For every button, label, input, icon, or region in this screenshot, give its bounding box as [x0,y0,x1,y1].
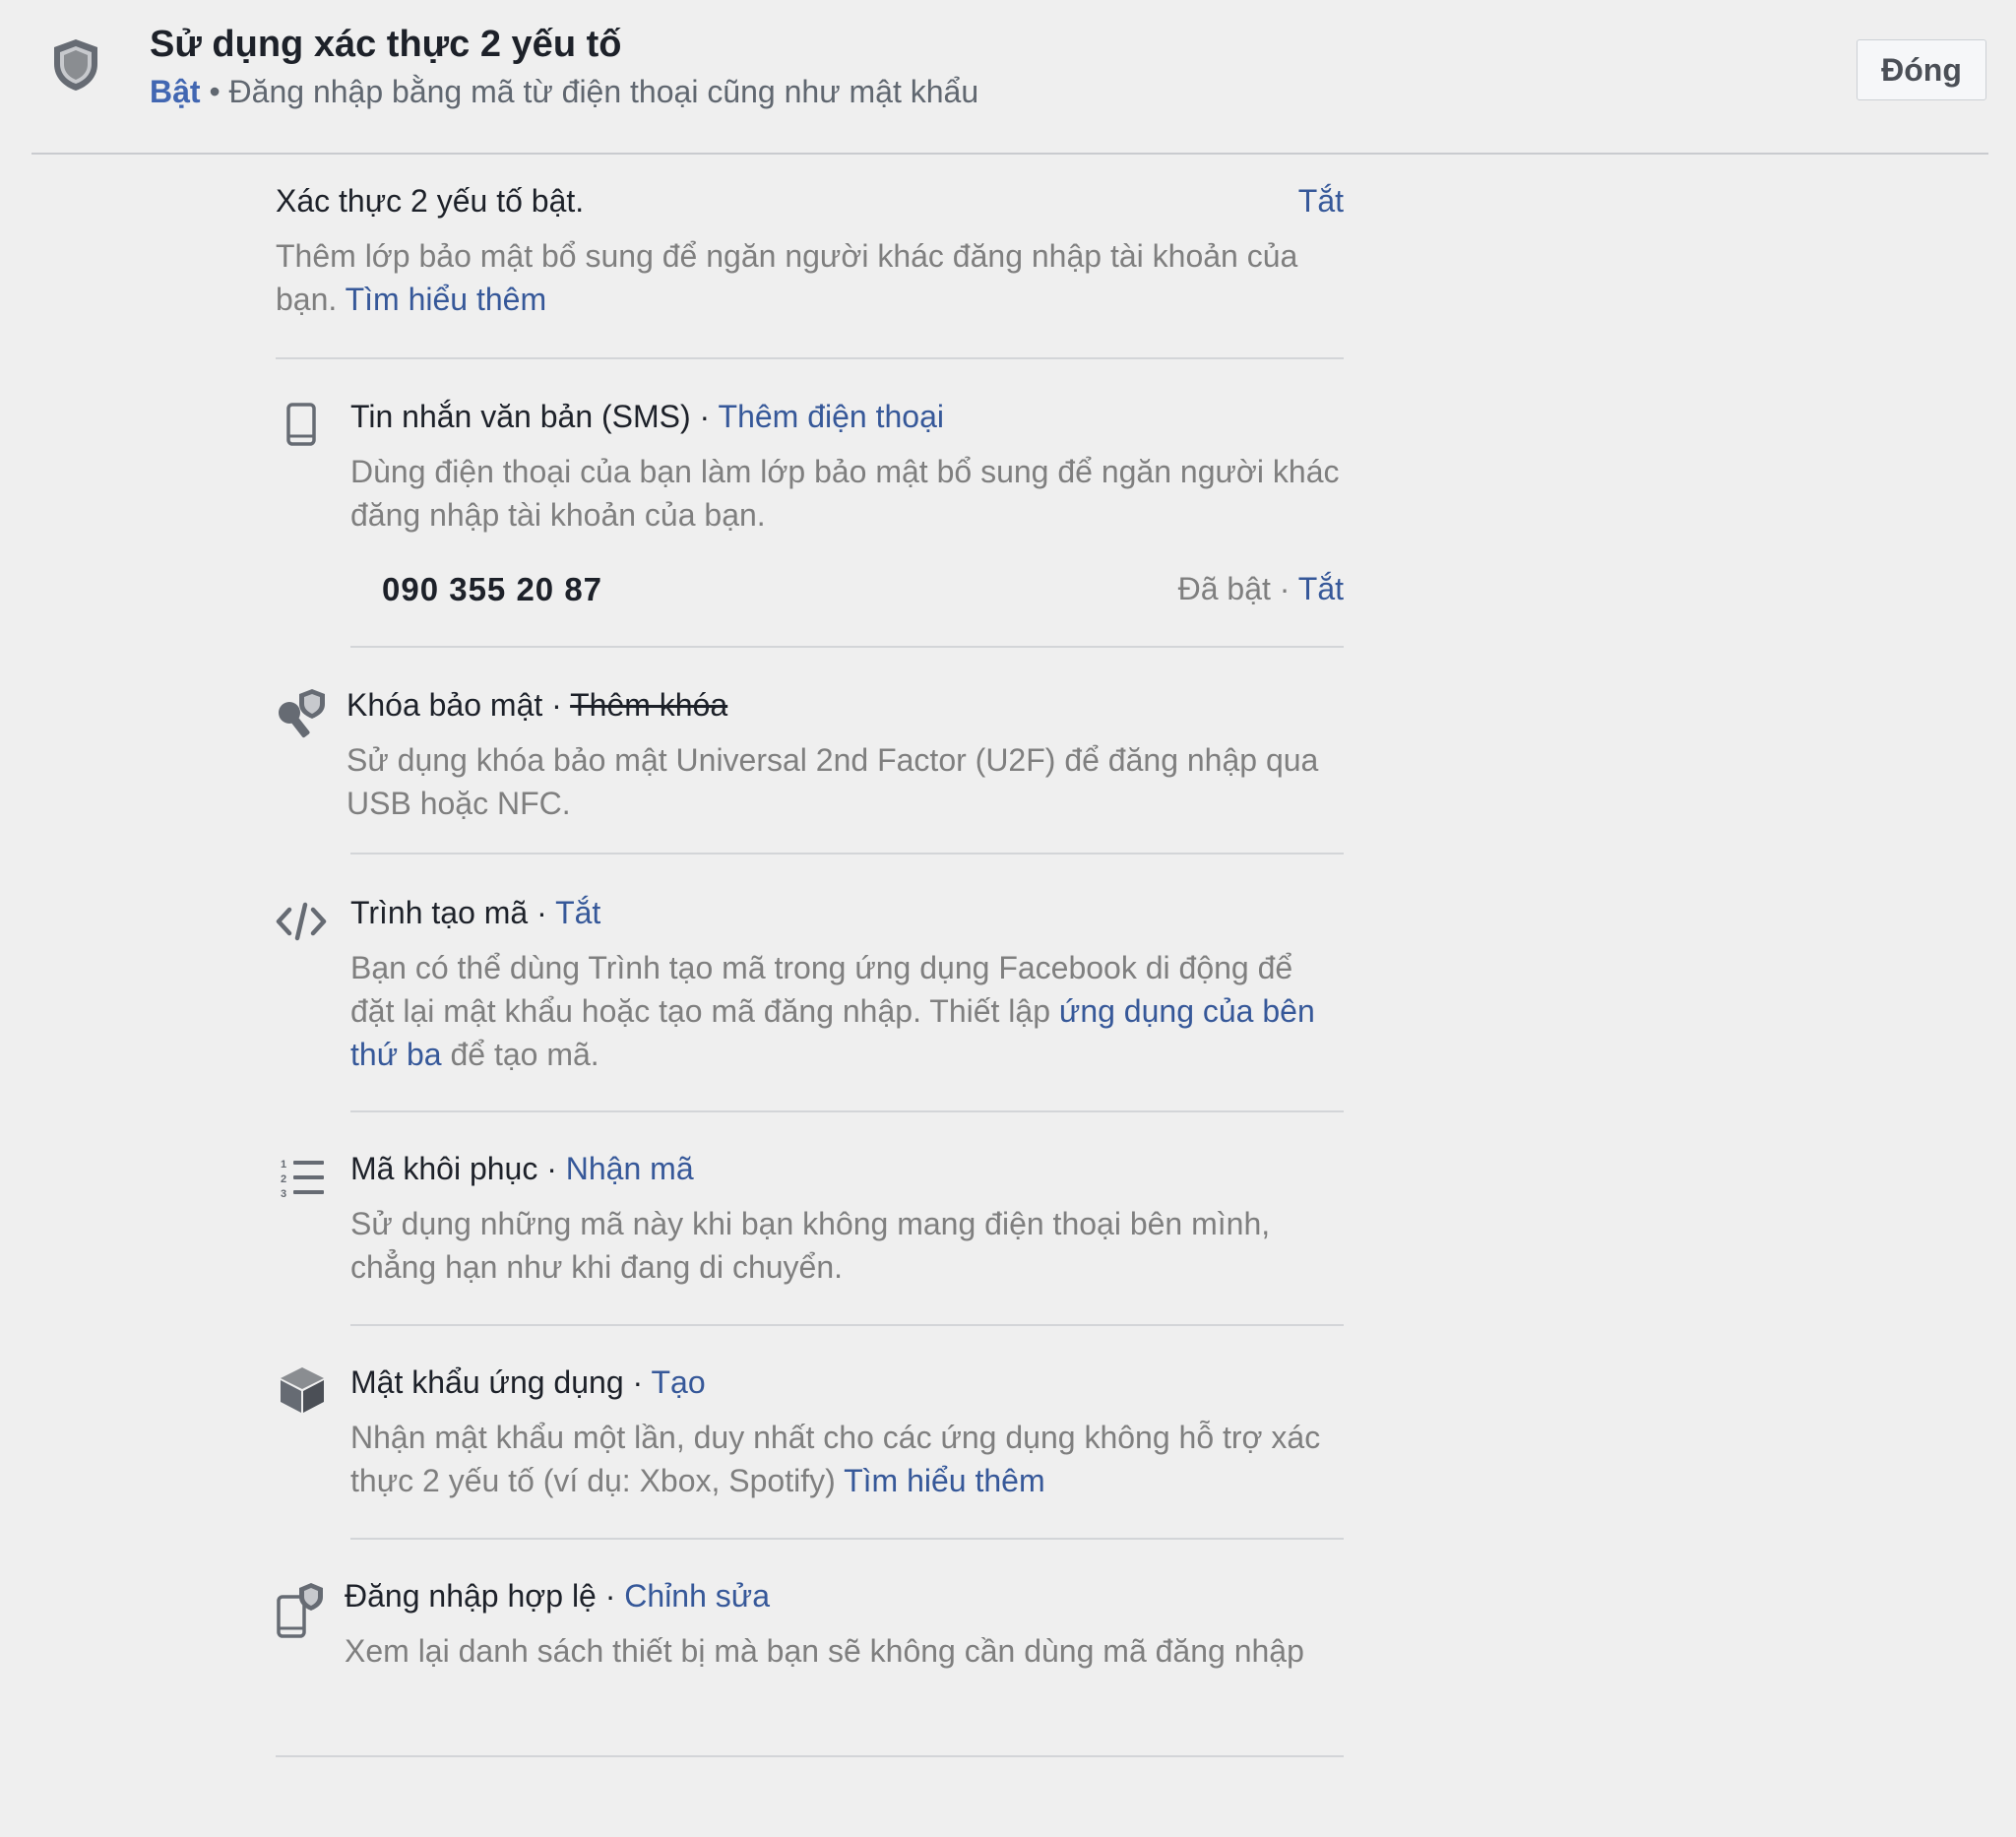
security-key-title: Khóa bảo mật · Thêm khóa [346,687,728,723]
phone-turn-off-link[interactable]: Tắt [1298,571,1344,606]
recovery-codes-description: Sử dụng những mã này khi bạn không mang … [350,1206,1271,1285]
header-divider [32,153,1988,155]
add-phone-link[interactable]: Thêm điện thoại [719,399,944,434]
shield-icon [54,39,97,91]
header-subtitle: Bật • Đăng nhập bằng mã từ điện thoại cũ… [150,74,978,110]
svg-text:1: 1 [281,1159,286,1171]
add-key-link[interactable]: Thêm khóa [570,687,727,723]
settings-header: Sử dụng xác thực 2 yếu tố Bật • Đăng nhậ… [0,0,2016,154]
authorized-logins-title: Đăng nhập hợp lệ · Chỉnh sửa [345,1578,770,1614]
numbered-list-icon: 1 2 3 [281,1159,324,1198]
status-on-label: Bật [150,74,201,109]
phone-status: Đã bật · Tắt [1177,571,1344,606]
two-factor-description: Thêm lớp bảo mật bổ sung để ngăn người k… [276,238,1298,317]
app-passwords-learn-more-link[interactable]: Tìm hiểu thêm [844,1463,1045,1498]
svg-text:2: 2 [281,1173,286,1185]
divider [276,1755,1344,1757]
header-description: Đăng nhập bằng mã từ điện thoại cũng như… [228,74,979,109]
turn-off-link[interactable]: Tắt [1298,183,1344,220]
separator-dot: • [209,74,220,109]
page-title: Sử dụng xác thực 2 yếu tố [150,24,622,65]
code-generator-title: Trình tạo mã · Tắt [350,895,601,930]
divider [276,357,1344,359]
code-icon [276,902,327,941]
phone-shield-icon [277,1583,323,1638]
phone-number: 090 355 20 87 [382,571,603,607]
two-factor-status-title: Xác thực 2 yếu tố bật. [276,183,585,219]
divider [350,646,1344,648]
sms-method-description: Dùng điện thoại của bạn làm lớp bảo mật … [350,454,1340,533]
divider [350,1538,1344,1540]
sms-method-title: Tin nhắn văn bản (SMS) · Thêm điện thoại [350,399,944,434]
learn-more-link[interactable]: Tìm hiểu thêm [346,282,547,317]
get-codes-link[interactable]: Nhận mã [566,1151,694,1186]
security-key-description: Sử dụng khóa bảo mật Universal 2nd Facto… [346,742,1319,821]
cube-icon [281,1367,324,1413]
close-button[interactable]: Đóng [1857,39,1986,100]
phone-icon [286,403,316,446]
create-app-password-link[interactable]: Tạo [651,1364,705,1400]
recovery-codes-title: Mã khôi phục · Nhận mã [350,1151,694,1186]
svg-text:3: 3 [281,1188,286,1198]
divider [350,1110,1344,1112]
key-shield-icon [279,689,325,738]
code-generator-off-link[interactable]: Tắt [555,895,600,930]
code-generator-description: Bạn có thể dùng Trình tạo mã trong ứng d… [350,950,1315,1072]
divider [350,853,1344,855]
app-passwords-description: Nhận mật khẩu một lần, duy nhất cho các … [350,1420,1321,1498]
authorized-logins-description: Xem lại danh sách thiết bị mà bạn sẽ khô… [345,1633,1304,1669]
divider [350,1324,1344,1326]
edit-authorized-logins-link[interactable]: Chỉnh sửa [624,1578,770,1614]
app-passwords-title: Mật khẩu ứng dụng · Tạo [350,1364,706,1400]
